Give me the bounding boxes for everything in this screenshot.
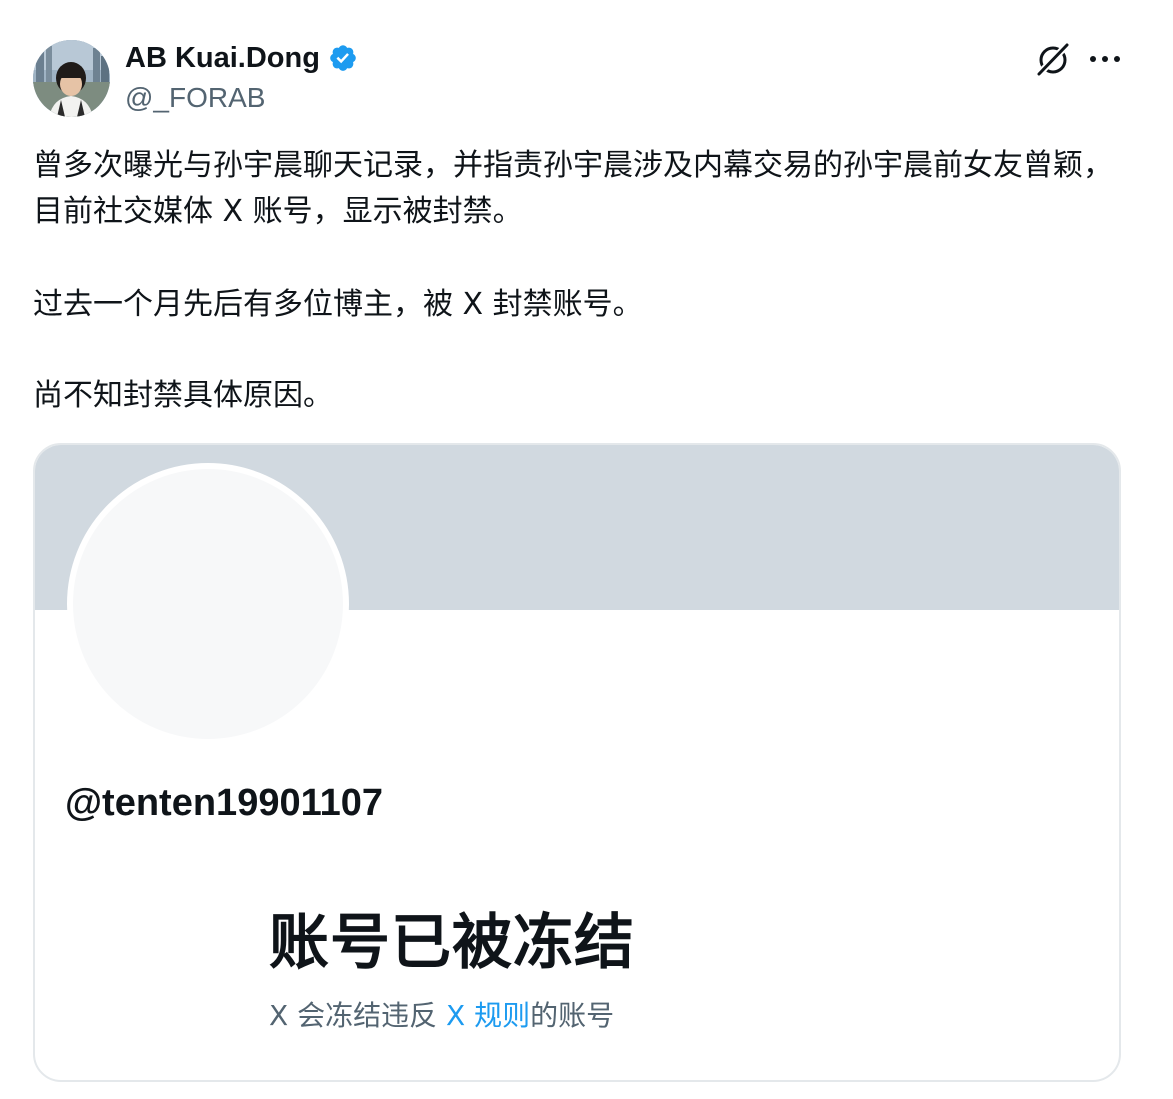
suspended-title: 账号已被冻结 [269, 908, 635, 978]
attached-image-card[interactable]: @tenten19901107 账号已被冻结 X 会冻结违反 X 规则的账号 [33, 443, 1121, 1082]
grok-icon-svg [1036, 42, 1070, 77]
more-dots-svg [1090, 56, 1120, 62]
tweet-paragraph: 过去一个月先后有多位博主，被 X 封禁账号。 [33, 287, 643, 322]
author-name[interactable]: AB Kuai.Dong [125, 38, 358, 78]
verified-badge-icon [330, 45, 356, 71]
suspended-subtitle: X 会冻结违反 X 规则的账号 [269, 997, 614, 1035]
x-rules-link[interactable]: X 规则 [446, 999, 530, 1032]
suspended-account-handle: @tenten19901107 [65, 782, 384, 824]
grok-icon[interactable] [1034, 40, 1072, 78]
tweet-paragraph: 曾多次曝光与孙宇晨聊天记录，并指责孙宇晨涉及内幕交易的孙宇晨前女友曾颖，目前社交… [33, 148, 1113, 229]
author-avatar[interactable] [33, 40, 110, 117]
profile-avatar-placeholder [67, 463, 349, 745]
tweet-paragraph: 尚不知封禁具体原因。 [33, 378, 333, 413]
more-horizontal-icon[interactable] [1088, 44, 1122, 74]
subtitle-prefix: X 会冻结违反 [269, 999, 446, 1032]
subtitle-suffix: 的账号 [530, 999, 615, 1032]
author-handle[interactable]: @_FORAB [125, 80, 265, 116]
avatar-photo [33, 40, 110, 117]
author-name-text: AB Kuai.Dong [125, 42, 320, 74]
tweet: AB Kuai.Dong @_FORAB 曾多次曝光与孙宇晨聊天记录，并指责孙宇… [0, 0, 1173, 1099]
